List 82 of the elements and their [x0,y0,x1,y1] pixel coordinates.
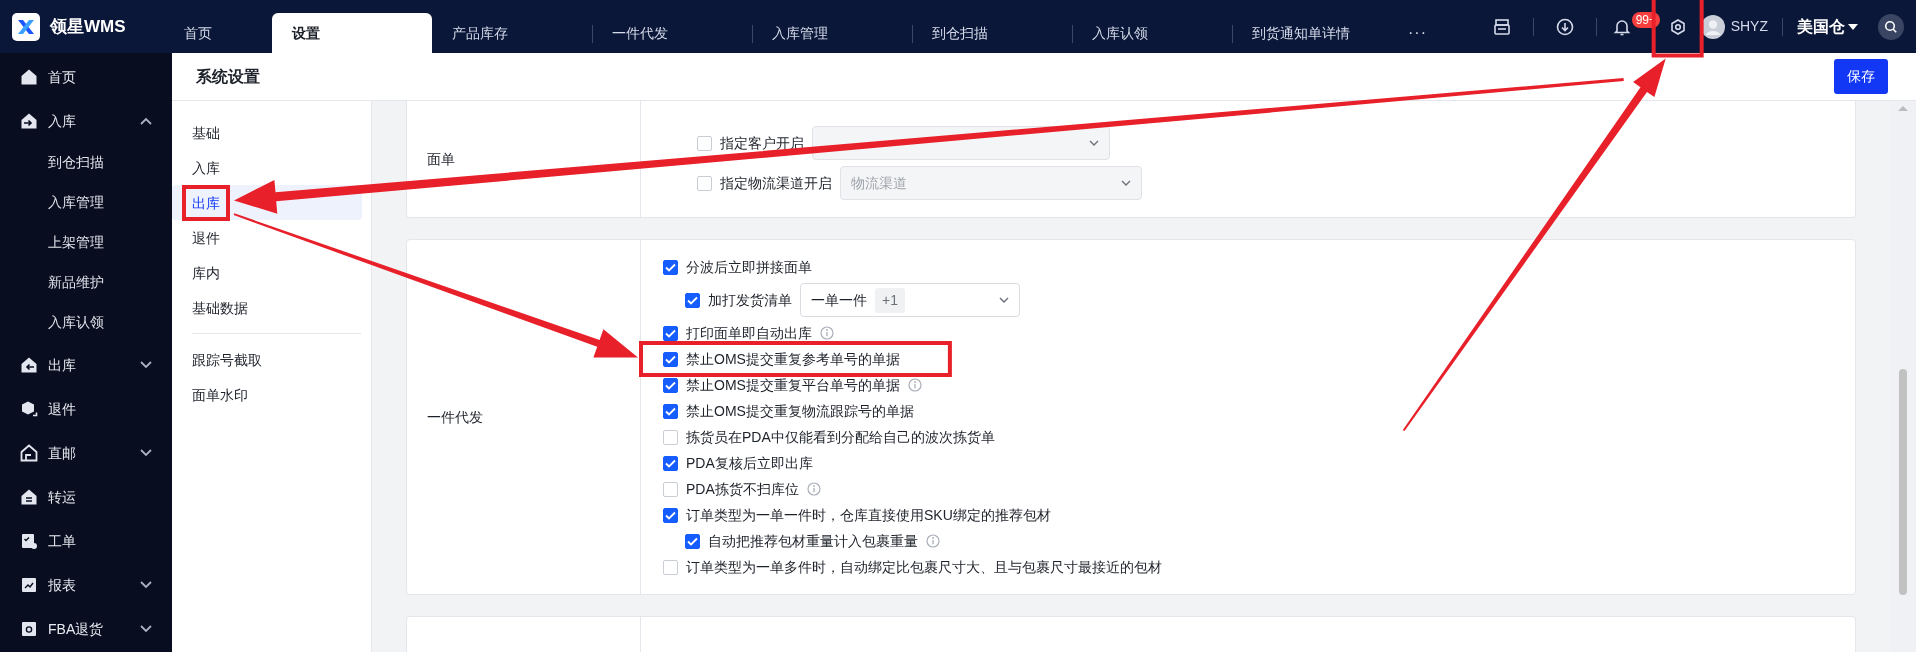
checkbox[interactable] [663,325,678,341]
sidebar-subitem[interactable]: 新品维护 [0,263,172,303]
section-label: 一件代发 [427,407,483,427]
chevron-icon[interactable] [140,581,152,589]
sidebar-subitem[interactable]: 到仓扫描 [0,143,172,183]
checkbox[interactable] [663,377,678,393]
house-icon [20,68,38,86]
nav-tab[interactable]: 到货通知单详情 [1232,13,1392,53]
nav-tab[interactable]: 入库认领 [1072,13,1232,53]
checkbox-label[interactable]: 加打发货清单 [708,289,792,311]
sidebar-item[interactable]: 退件 [0,387,172,431]
chevron-icon[interactable] [140,449,152,457]
checkbox[interactable] [663,507,678,523]
sidebar-subitem[interactable]: 入库认领 [0,303,172,343]
caret-icon[interactable] [1848,22,1858,31]
checkbox-label[interactable]: 禁止OMS提交重复物流跟踪号的单据 [686,400,914,422]
settings-nav-item[interactable]: 跟踪号截取 [172,342,362,377]
checkbox-label[interactable]: 禁止OMS提交重复参考单号的单据 [686,348,900,370]
section-label: 面单 [427,149,455,169]
checkbox-label[interactable]: 订单类型为一单多件时，自动绑定比包裹尺寸大、且与包裹尺寸最接近的包材 [686,556,1162,578]
sidebar-item[interactable]: 报表 [0,563,172,607]
nav-tab[interactable]: 设置 [272,13,432,53]
chevron-icon[interactable] [140,361,152,369]
house-icon [20,488,38,506]
chevron-icon[interactable] [140,117,152,125]
page-title: 系统设置 [196,66,260,87]
checkbox-label[interactable]: 订单类型为一单一件时，仓库直接使用SKU绑定的推荐包材 [686,504,1051,526]
chevron-icon[interactable] [140,625,152,633]
house-icon [20,356,38,374]
sidebar-item[interactable]: FBA退货 [0,607,172,651]
nav-tab[interactable]: 首页 [172,13,272,53]
house-icon [20,444,38,462]
settings-nav-item[interactable]: 库内 [172,255,362,290]
checkbox-label[interactable]: PDA复核后立即出库 [686,452,813,474]
more-tabs-button[interactable]: ··· [1392,13,1443,53]
logo-icon [12,12,40,41]
checkbox[interactable] [685,533,700,549]
checkbox-label[interactable]: PDA拣货不扫库位 [686,478,799,500]
sidebar-item[interactable]: 入库 [0,99,172,143]
app-logo-text: 领星WMS [50,15,126,38]
checkbox-label[interactable]: 拣货员在PDA中仅能看到分配给自己的波次拣货单 [686,426,995,448]
sidebar-item[interactable]: 首页 [0,55,172,99]
clipboard-icon [20,532,38,550]
chevron-icon[interactable] [999,297,1009,303]
settings-nav-item[interactable]: 基础数据 [172,290,362,325]
checkbox-label[interactable]: 禁止OMS提交重复平台单号的单据 [686,374,900,396]
sidebar-item[interactable]: 工单 [0,519,172,563]
checkbox-label[interactable]: 打印面单即自动出库 [686,322,812,344]
settings-nav-item[interactable]: 入库 [172,150,362,185]
sidebar-item[interactable]: 出库 [0,343,172,387]
checkbox-label[interactable]: 分波后立即拼接面单 [686,256,812,278]
checkbox[interactable] [663,455,678,471]
checkbox[interactable] [663,259,678,275]
sidebar-subitem[interactable]: 上架管理 [0,223,172,263]
checkbox-label[interactable]: 自动把推荐包材重量计入包裹重量 [708,530,918,552]
scrollbar-thumb[interactable] [1899,369,1907,595]
settings-nav-item[interactable]: 退件 [172,220,362,255]
checkbox[interactable] [663,403,678,419]
checkbox-label[interactable]: 指定物流渠道开启 [720,172,832,194]
sidebar-subitem[interactable]: 入库管理 [0,183,172,223]
search-button[interactable] [1878,13,1904,40]
box-icon [20,400,38,418]
user-name[interactable]: SHYZ [1730,16,1768,37]
nav-tab[interactable]: 一件代发 [592,13,752,53]
tag-icon [20,620,38,638]
search-icon[interactable] [1884,19,1898,34]
select-field[interactable]: 一单一件 +1 [800,283,1020,317]
house-icon [20,112,38,130]
checkbox[interactable] [685,292,700,308]
nav-tab[interactable]: 入库管理 [752,13,912,53]
settings-nav-item[interactable]: 面单水印 [172,377,362,412]
chevron-icon[interactable] [1089,140,1099,146]
chevron-icon[interactable] [1121,180,1131,186]
sidebar-item[interactable]: 直邮 [0,431,172,475]
settings-nav-item[interactable]: 基础 [172,115,362,150]
chart-icon [20,576,38,594]
nav-tab[interactable]: 产品库存 [432,13,592,53]
checkbox[interactable] [663,351,678,367]
nav-tab[interactable]: 到仓扫描 [912,13,1072,53]
sidebar-item[interactable]: 转运 [0,475,172,519]
warehouse-dropdown[interactable]: 美国仓 [1797,14,1858,39]
save-button[interactable]: 保存 [1834,59,1888,94]
